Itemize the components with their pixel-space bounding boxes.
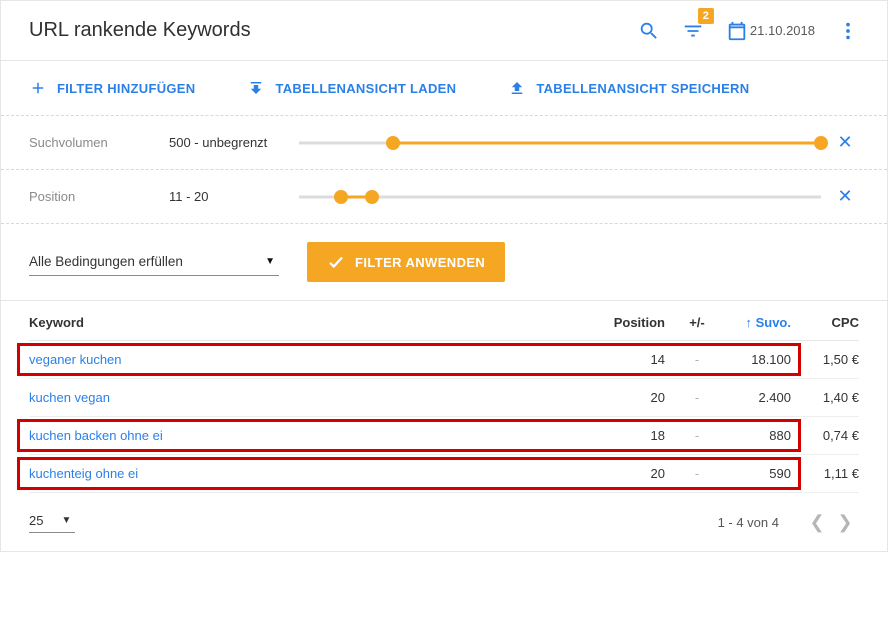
panel: URL rankende Keywords 2 21.10.2018 FILTE… <box>0 0 888 552</box>
save-view-label: TABELLENANSICHT SPEICHERN <box>536 81 749 96</box>
cell-suvo: 2.400 <box>721 390 799 405</box>
table-row: kuchenteig ohne ei 20-5901,11 € <box>29 455 859 493</box>
cell-delta: - <box>673 466 721 481</box>
cell-position: 20 <box>599 390 673 405</box>
col-position[interactable]: Position <box>599 315 673 330</box>
range-slider-suchvolumen[interactable] <box>299 133 821 153</box>
plus-icon <box>29 79 47 97</box>
pagination-range: 1 - 4 von 4 <box>718 515 779 530</box>
filter-row-position: Position 11 - 20 ✕ <box>1 170 887 224</box>
filter-label: Suchvolumen <box>29 135 169 150</box>
filter-count-badge: 2 <box>698 8 714 24</box>
keyword-link[interactable]: kuchen backen ohne ei <box>29 428 163 443</box>
table-footer: 25 ▼ 1 - 4 von 4 ❮ ❯ <box>1 493 887 551</box>
cell-suvo: 880 <box>721 428 799 443</box>
cell-cpc: 1,40 € <box>799 390 859 405</box>
remove-filter-button[interactable]: ✕ <box>831 186 859 207</box>
header-actions: 2 21.10.2018 <box>638 20 859 42</box>
keyword-link[interactable]: veganer kuchen <box>29 352 122 367</box>
apply-filter-label: FILTER ANWENDEN <box>355 255 485 270</box>
cell-position: 14 <box>599 352 673 367</box>
col-suvo[interactable]: ↑ Suvo. <box>721 315 799 330</box>
cell-suvo: 590 <box>721 466 799 481</box>
cell-cpc: 0,74 € <box>799 428 859 443</box>
cell-delta: - <box>673 352 721 367</box>
col-delta[interactable]: +/- <box>673 315 721 330</box>
remove-filter-button[interactable]: ✕ <box>831 132 859 153</box>
range-slider-position[interactable] <box>299 187 821 207</box>
table-header: Keyword Position +/- ↑ Suvo. CPC <box>29 301 859 341</box>
table-body: veganer kuchen14-18.1001,50 €kuchen vega… <box>29 341 859 493</box>
next-page-button[interactable]: ❯ <box>831 512 859 533</box>
panel-header: URL rankende Keywords 2 21.10.2018 <box>1 1 887 61</box>
table-row: kuchen backen ohne ei 18-8800,74 € <box>29 417 859 455</box>
page-size-select[interactable]: 25 ▼ <box>29 511 75 533</box>
save-view-button[interactable]: TABELLENANSICHT SPEICHERN <box>508 79 749 97</box>
cell-cpc: 1,11 € <box>799 466 859 481</box>
load-view-button[interactable]: TABELLENANSICHT LADEN <box>247 79 456 97</box>
apply-filter-button[interactable]: FILTER ANWENDEN <box>307 242 505 282</box>
cell-position: 18 <box>599 428 673 443</box>
add-filter-label: FILTER HINZUFÜGEN <box>57 81 195 96</box>
load-view-label: TABELLENANSICHT LADEN <box>275 81 456 96</box>
date-text: 21.10.2018 <box>750 23 815 38</box>
table-row: veganer kuchen 14-18.1001,50 € <box>29 341 859 379</box>
cell-delta: - <box>673 390 721 405</box>
prev-page-button[interactable]: ❮ <box>803 512 831 533</box>
cell-position: 20 <box>599 466 673 481</box>
keyword-link[interactable]: kuchen vegan <box>29 390 110 405</box>
filter-value: 11 - 20 <box>169 188 289 206</box>
conditions-row: Alle Bedingungen erfüllen ▼ FILTER ANWEN… <box>1 224 887 301</box>
col-keyword[interactable]: Keyword <box>29 315 599 330</box>
sort-arrow-up-icon: ↑ <box>745 315 755 330</box>
toolbar: FILTER HINZUFÜGEN TABELLENANSICHT LADEN … <box>1 61 887 116</box>
upload-icon <box>508 79 526 97</box>
keyword-link[interactable]: kuchenteig ohne ei <box>29 466 138 481</box>
filter-row-suchvolumen: Suchvolumen 500 - unbegrenzt ✕ <box>1 116 887 170</box>
download-icon <box>247 79 265 97</box>
date-picker[interactable]: 21.10.2018 <box>726 20 815 42</box>
condition-mode-label: Alle Bedingungen erfüllen <box>29 254 183 269</box>
search-icon[interactable] <box>638 20 660 42</box>
filter-label: Position <box>29 189 169 204</box>
col-cpc[interactable]: CPC <box>799 315 859 330</box>
filter-icon[interactable]: 2 <box>682 20 704 42</box>
filter-value: 500 - unbegrenzt <box>169 134 289 152</box>
more-menu-icon[interactable] <box>837 20 859 42</box>
cell-suvo: 18.100 <box>721 352 799 367</box>
page-size-value: 25 <box>29 513 43 528</box>
cell-cpc: 1,50 € <box>799 352 859 367</box>
check-icon <box>327 253 345 271</box>
chevron-down-icon: ▼ <box>265 256 275 267</box>
cell-delta: - <box>673 428 721 443</box>
condition-mode-select[interactable]: Alle Bedingungen erfüllen ▼ <box>29 248 279 276</box>
keyword-table: Keyword Position +/- ↑ Suvo. CPC veganer… <box>1 301 887 493</box>
chevron-down-icon: ▼ <box>61 515 71 526</box>
panel-title: URL rankende Keywords <box>29 19 251 42</box>
table-row: kuchen vegan 20-2.4001,40 € <box>29 379 859 417</box>
add-filter-button[interactable]: FILTER HINZUFÜGEN <box>29 79 195 97</box>
